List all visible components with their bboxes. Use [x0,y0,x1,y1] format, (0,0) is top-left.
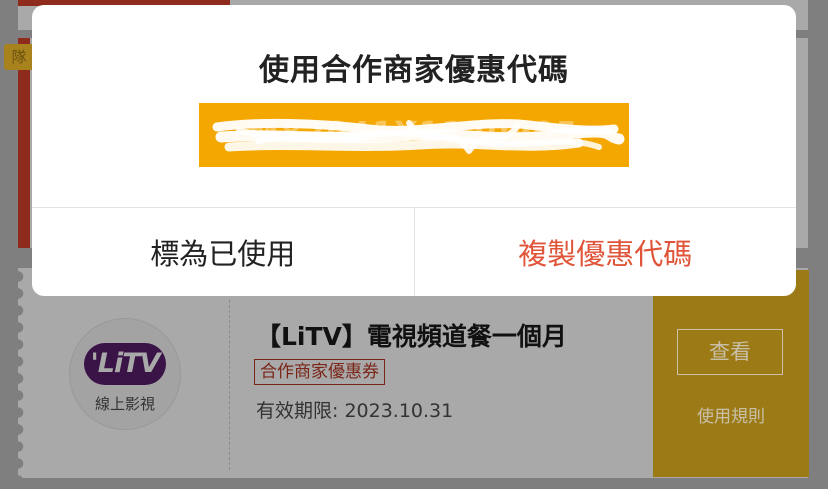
coupon-expiry: 有效期限: 2023.10.31 [256,400,454,422]
usage-rules-link[interactable]: 使用規則 [653,402,809,427]
coupon-type-badge: 合作商家優惠券 [254,359,385,385]
coupon-divider [229,300,230,470]
stamp-edge [18,268,38,478]
coupon-tag: 隊 [4,44,34,70]
dialog-actions: 標為已使用 複製優惠代碼 [32,207,796,296]
litv-logo-subtitle: 線上影視 [94,395,155,413]
coupon-title: 【LiTV】電視頻道餐一個月 [256,322,567,351]
copy-code-button[interactable]: 複製優惠代碼 [415,208,797,296]
promo-code-box: M82041Y1120905 [199,103,629,167]
promo-code-dialog: 使用合作商家優惠代碼 M82041Y1120905 標為已使用 複製優惠代碼 [32,5,796,296]
redaction-scribble [212,118,625,154]
dialog-title: 使用合作商家優惠代碼 [259,53,569,88]
litv-logo: 'LiTV 線上影視 [69,318,181,430]
mark-as-used-button[interactable]: 標為已使用 [32,208,415,296]
litv-logo-mark: 'LiTV [84,343,166,385]
view-button[interactable]: 查看 [677,329,783,375]
